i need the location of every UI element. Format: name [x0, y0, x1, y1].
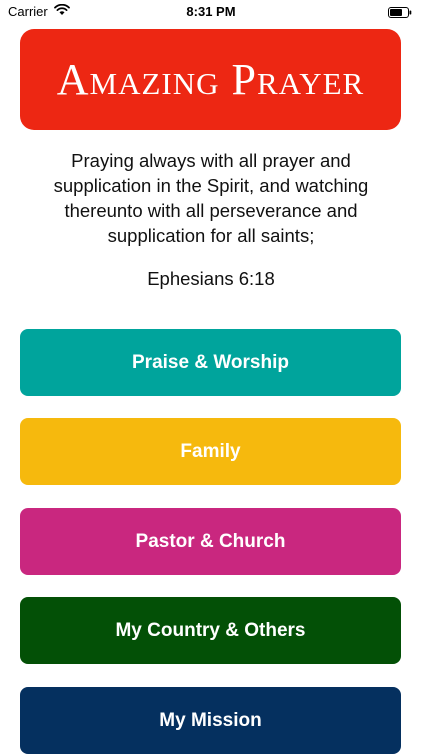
button-label: My Country & Others [115, 619, 306, 641]
title-banner: Amazing Prayer [20, 29, 401, 130]
button-label: Family [180, 440, 241, 462]
family-button[interactable]: Family [20, 418, 401, 485]
praise-worship-button[interactable]: Praise & Worship [20, 329, 401, 396]
status-bar: Carrier 8:31 PM [0, 0, 422, 24]
button-label: Praise & Worship [132, 351, 289, 373]
verse-text: Praying always with all prayer and suppl… [53, 150, 369, 246]
app-title: Amazing Prayer [56, 55, 365, 104]
my-mission-button[interactable]: My Mission [20, 687, 401, 754]
my-country-others-button[interactable]: My Country & Others [20, 597, 401, 664]
verse-reference: Ephesians 6:18 [147, 268, 275, 289]
status-time: 8:31 PM [186, 4, 236, 19]
battery-icon [388, 6, 412, 18]
button-label: Pastor & Church [135, 530, 286, 552]
button-label: My Mission [159, 709, 262, 731]
pastor-church-button[interactable]: Pastor & Church [20, 508, 401, 575]
